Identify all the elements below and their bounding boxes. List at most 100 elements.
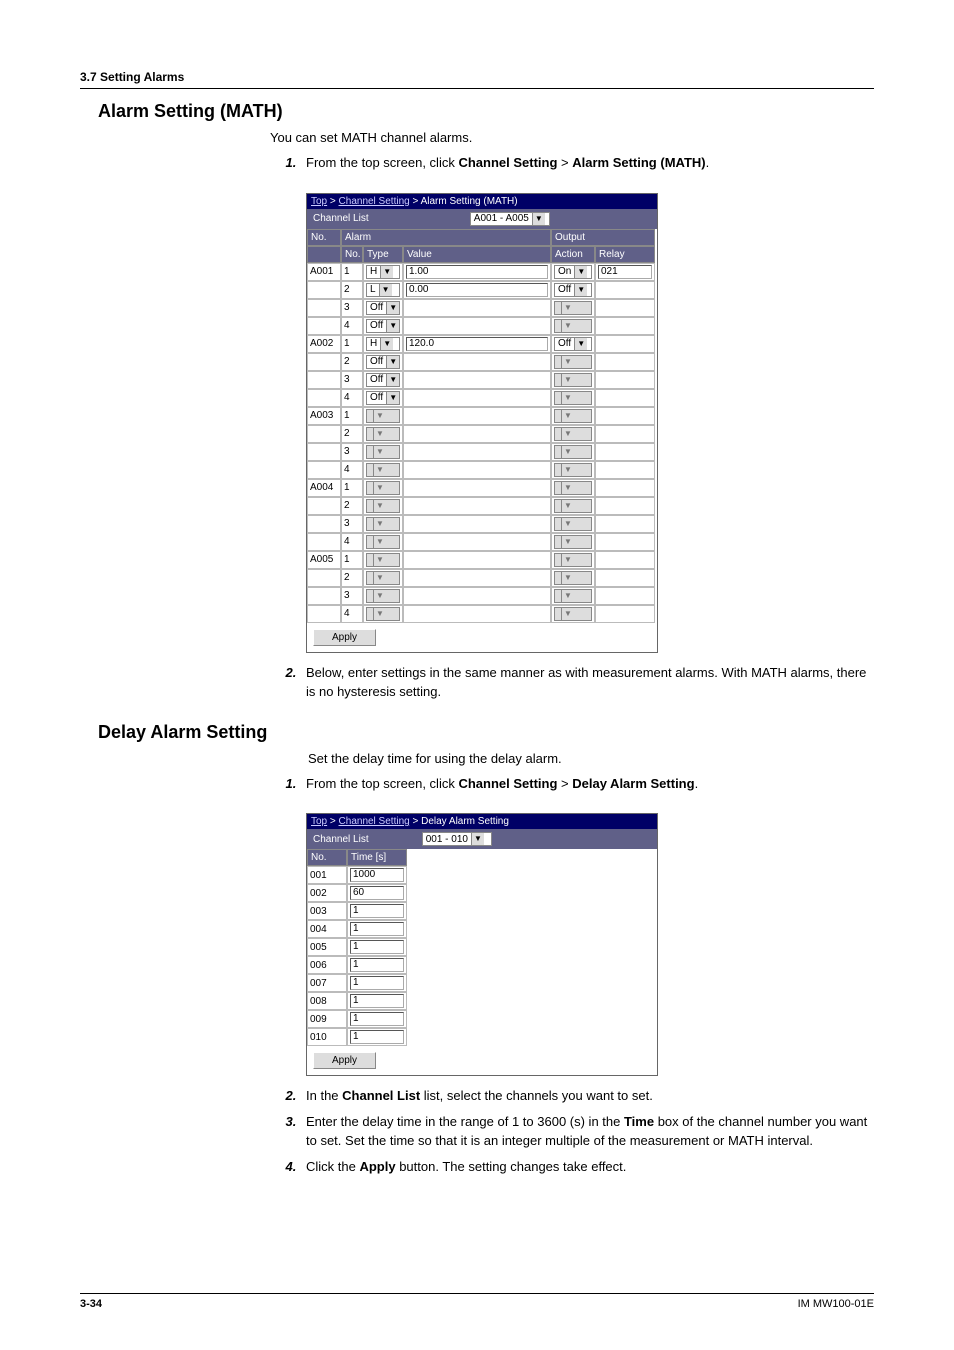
cell-relay <box>595 587 655 605</box>
time-input[interactable]: 1 <box>350 1012 404 1026</box>
table-row: 4Off▼▼ <box>307 317 657 335</box>
cell-time: 1 <box>347 1028 407 1046</box>
chevron-down-icon: ▼ <box>380 338 393 350</box>
breadcrumb-channel-setting[interactable]: Channel Setting <box>339 816 410 827</box>
cell-value <box>403 497 551 515</box>
doc-id: IM MW100-01E <box>798 1298 874 1310</box>
chevron-down-icon: ▼ <box>561 392 574 404</box>
cell-relay <box>595 515 655 533</box>
channel-list-select[interactable]: 001 - 010 ▼ <box>422 832 492 846</box>
time-input[interactable]: 1 <box>350 940 404 954</box>
cell-channel-no <box>307 353 341 371</box>
cell-time: 1 <box>347 1010 407 1028</box>
cell-no: 001 <box>307 866 347 884</box>
action-value: Off <box>555 284 574 295</box>
delay-steps: From the top screen, click Channel Setti… <box>270 774 874 794</box>
breadcrumb-top[interactable]: Top <box>311 816 327 827</box>
separator: > <box>330 816 339 827</box>
cell-alarm-no: 4 <box>341 605 363 623</box>
col-blank <box>307 246 341 263</box>
cell-relay <box>595 335 655 353</box>
cell-time: 1 <box>347 992 407 1010</box>
cell-type: ▼ <box>363 551 403 569</box>
action-select[interactable]: Off▼ <box>554 283 592 297</box>
cell-channel-no <box>307 515 341 533</box>
delay-step-1: From the top screen, click Channel Setti… <box>300 774 874 794</box>
cell-action: ▼ <box>551 425 595 443</box>
math-step-2: Below, enter settings in the same manner… <box>300 663 874 702</box>
cell-alarm-no: 1 <box>341 551 363 569</box>
delay-step-4: Click the Apply button. The setting chan… <box>300 1157 874 1177</box>
cell-time: 1 <box>347 956 407 974</box>
cell-value <box>403 299 551 317</box>
time-input[interactable]: 1 <box>350 976 404 990</box>
page-footer: 3-34 IM MW100-01E <box>80 1293 874 1310</box>
type-select[interactable]: L▼ <box>366 283 400 297</box>
action-select[interactable]: On▼ <box>554 265 592 279</box>
text-bold: Channel Setting <box>458 776 557 791</box>
action-select: ▼ <box>554 301 592 315</box>
action-select: ▼ <box>554 499 592 513</box>
chevron-down-icon: ▼ <box>373 518 386 530</box>
cell-no: 010 <box>307 1028 347 1046</box>
time-input[interactable]: 1 <box>350 958 404 972</box>
channel-list-value: A001 - A005 <box>471 213 532 224</box>
type-value: H <box>367 266 380 277</box>
time-input[interactable]: 1 <box>350 994 404 1008</box>
channel-list-select[interactable]: A001 - A005 ▼ <box>470 212 550 226</box>
chevron-down-icon: ▼ <box>561 500 574 512</box>
type-select[interactable]: Off▼ <box>366 355 400 369</box>
cell-action: ▼ <box>551 515 595 533</box>
cell-alarm-no: 2 <box>341 353 363 371</box>
chevron-down-icon: ▼ <box>373 464 386 476</box>
time-input[interactable]: 1 <box>350 904 404 918</box>
time-input[interactable]: 60 <box>350 886 404 900</box>
chevron-down-icon: ▼ <box>380 266 393 278</box>
cell-action: ▼ <box>551 551 595 569</box>
relay-input[interactable]: 021 <box>598 265 652 279</box>
breadcrumb-channel-setting[interactable]: Channel Setting <box>339 196 410 207</box>
type-select[interactable]: Off▼ <box>366 319 400 333</box>
type-select[interactable]: Off▼ <box>366 373 400 387</box>
cell-alarm-no: 3 <box>341 443 363 461</box>
time-input[interactable]: 1 <box>350 922 404 936</box>
table-header-group: No. Alarm Output <box>307 229 657 246</box>
col-no: No. <box>307 849 347 866</box>
chevron-down-icon: ▼ <box>561 608 574 620</box>
cell-alarm-no: 1 <box>341 407 363 425</box>
cell-value <box>403 533 551 551</box>
separator: > <box>412 816 421 827</box>
action-select[interactable]: Off▼ <box>554 337 592 351</box>
chevron-down-icon: ▼ <box>561 464 574 476</box>
cell-action: Off▼ <box>551 335 595 353</box>
text: list, select the channels you want to se… <box>420 1088 653 1103</box>
type-select: ▼ <box>366 607 400 621</box>
breadcrumb-current: Delay Alarm Setting <box>421 816 509 827</box>
type-select[interactable]: H▼ <box>366 265 400 279</box>
cell-relay <box>595 443 655 461</box>
value-input[interactable]: 0.00 <box>406 283 548 297</box>
col-group-alarm: Alarm <box>341 229 551 246</box>
type-select[interactable]: Off▼ <box>366 301 400 315</box>
apply-button[interactable]: Apply <box>313 629 376 646</box>
time-input[interactable]: 1000 <box>350 868 404 882</box>
text: From the top screen, click <box>306 155 458 170</box>
cell-type: ▼ <box>363 443 403 461</box>
cell-value: 0.00 <box>403 281 551 299</box>
cell-value <box>403 605 551 623</box>
cell-channel-no: A004 <box>307 479 341 497</box>
chevron-down-icon: ▼ <box>386 392 399 404</box>
cell-alarm-no: 1 <box>341 335 363 353</box>
type-select[interactable]: H▼ <box>366 337 400 351</box>
cell-relay <box>595 425 655 443</box>
value-input[interactable]: 120.0 <box>406 337 548 351</box>
chevron-down-icon: ▼ <box>373 482 386 494</box>
time-input[interactable]: 1 <box>350 1030 404 1044</box>
value-input[interactable]: 1.00 <box>406 265 548 279</box>
action-value: On <box>555 266 574 277</box>
breadcrumb-top[interactable]: Top <box>311 196 327 207</box>
type-select: ▼ <box>366 553 400 567</box>
chevron-down-icon: ▼ <box>574 338 587 350</box>
type-select[interactable]: Off▼ <box>366 391 400 405</box>
apply-button[interactable]: Apply <box>313 1052 376 1069</box>
